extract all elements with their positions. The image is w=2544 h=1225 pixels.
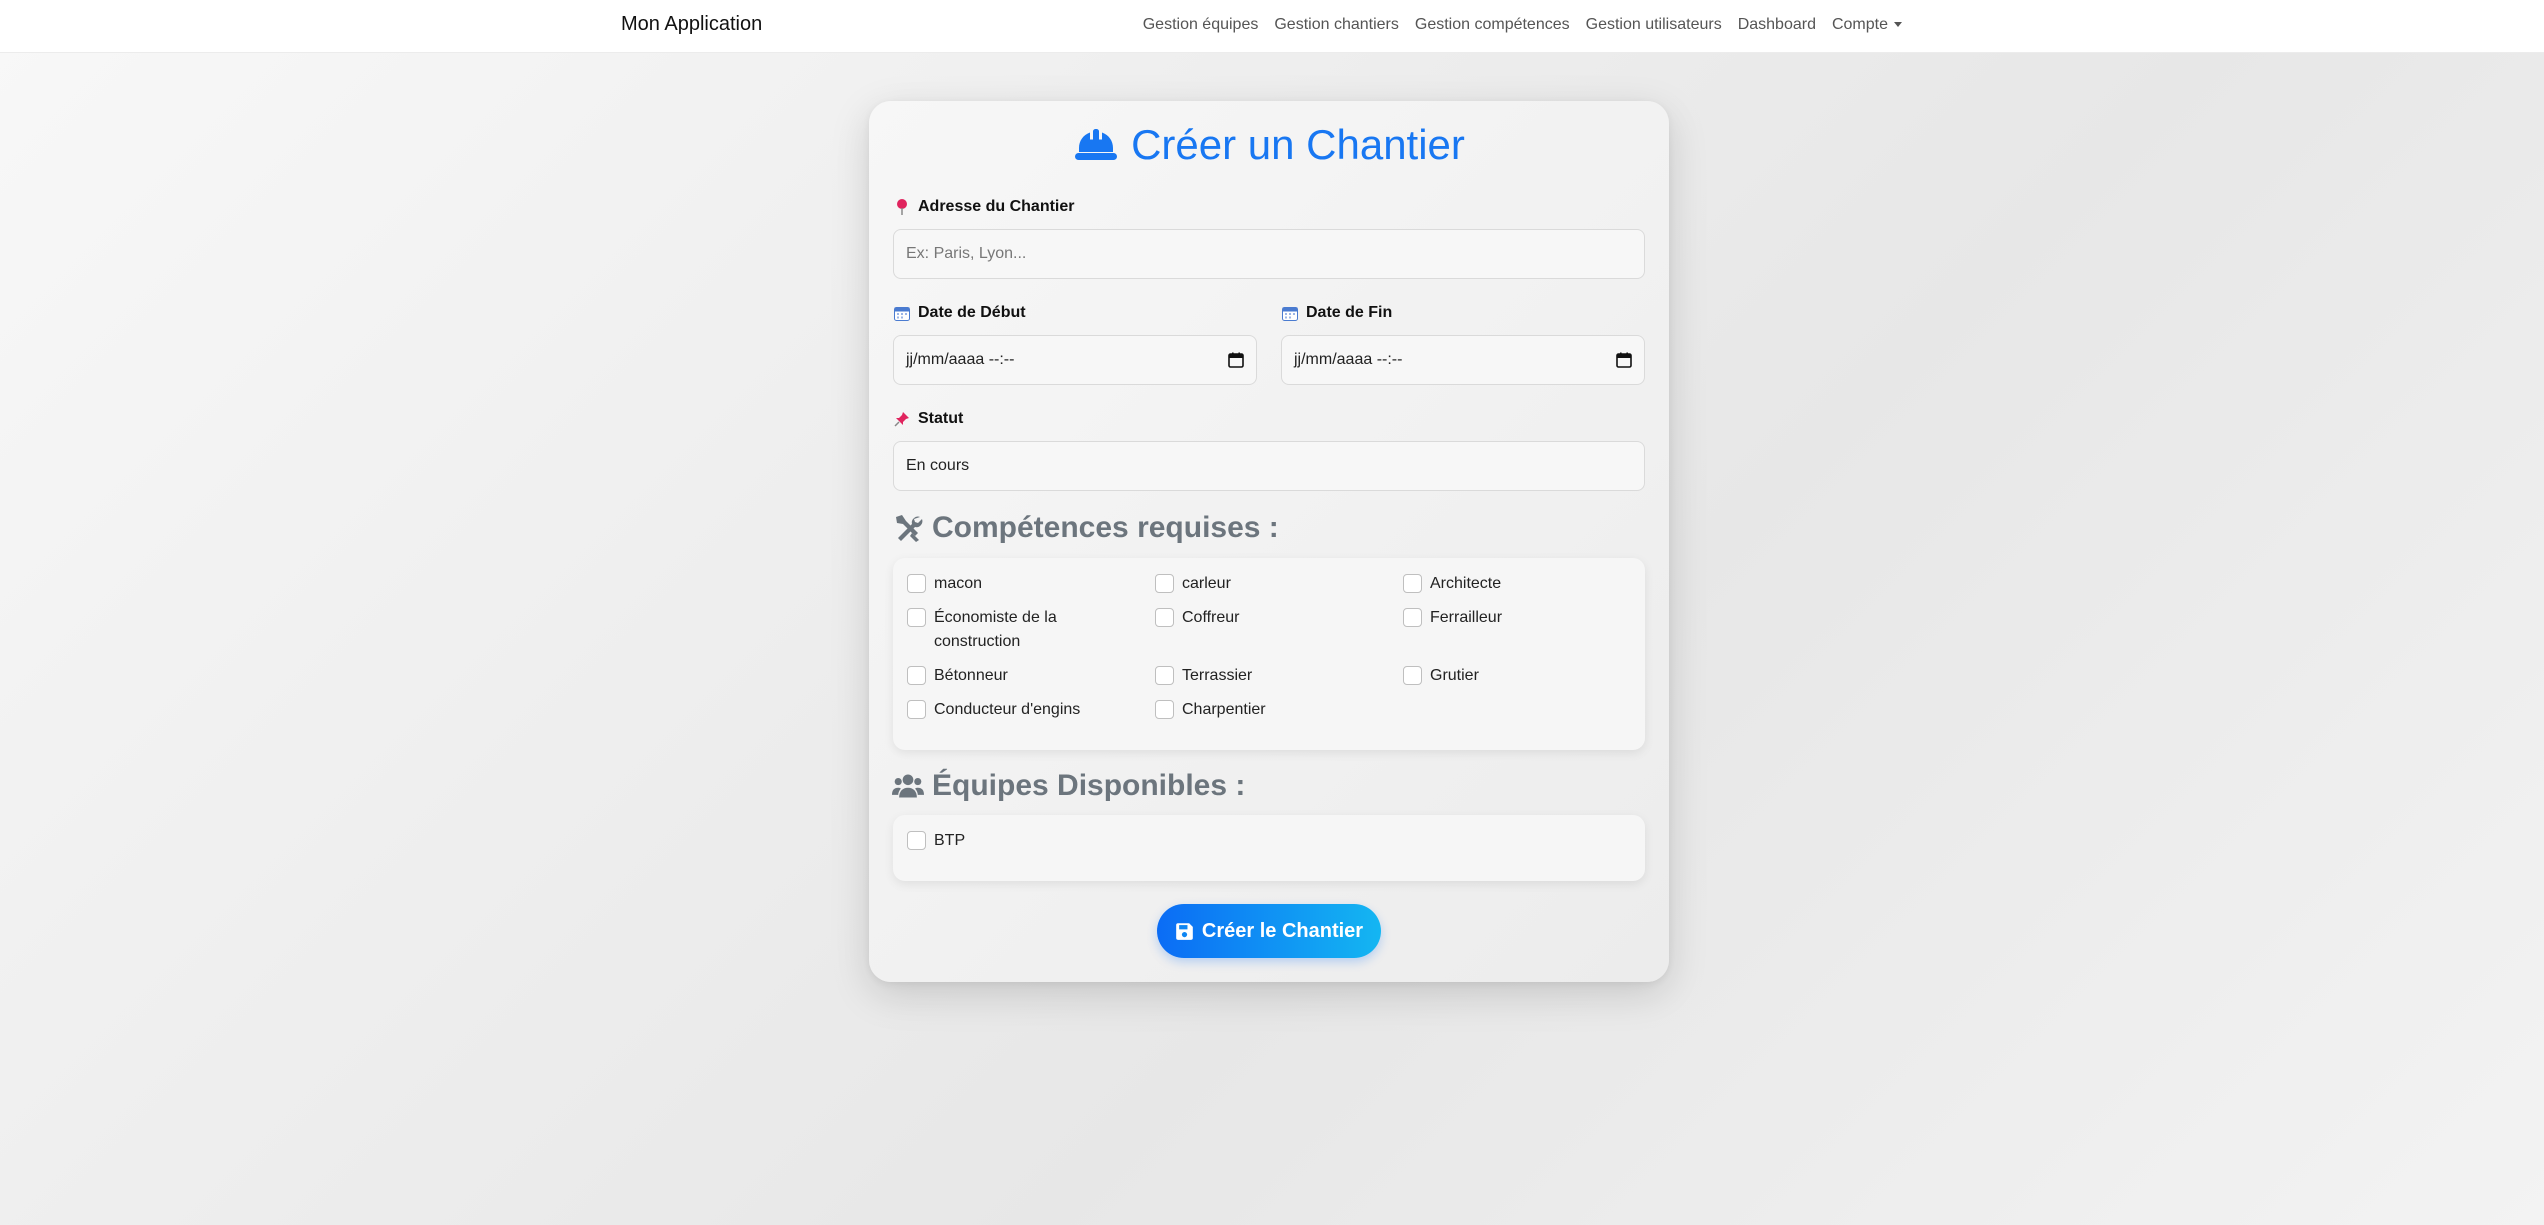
calendar-icon (1282, 306, 1298, 321)
calendar-picker-icon[interactable] (1228, 352, 1244, 368)
team-checkbox-btp[interactable]: BTP (907, 829, 1114, 853)
start-date-label: Date de Début (894, 304, 1026, 322)
status-label: Statut (894, 410, 963, 428)
checkbox[interactable] (1155, 700, 1174, 719)
skill-label: Architecte (1430, 575, 1502, 592)
checkbox[interactable] (1155, 608, 1174, 627)
skill-checkbox-economiste[interactable]: Économiste de la construction (907, 606, 1084, 654)
checkbox[interactable] (1155, 666, 1174, 685)
end-date-value: jj/mm/aaaa --:-- (1294, 351, 1403, 368)
teams-title-text: Équipes Disponibles : (932, 769, 1246, 802)
nav-gestion-equipes[interactable]: Gestion équipes (1135, 16, 1267, 34)
checkbox[interactable] (907, 831, 926, 850)
create-site-card: Créer un Chantier Adresse du Chantier Da… (869, 101, 1669, 982)
tools-icon (896, 515, 923, 542)
skill-label: Ferrailleur (1430, 609, 1503, 626)
checkbox[interactable] (1155, 574, 1174, 593)
end-date-label-text: Date de Fin (1306, 304, 1393, 321)
start-date-input[interactable]: jj/mm/aaaa --:-- (893, 335, 1257, 385)
checkbox[interactable] (1403, 574, 1422, 593)
pushpin-icon (894, 411, 910, 427)
skill-checkbox-charpentier[interactable]: Charpentier (1155, 698, 1362, 722)
start-date-value: jj/mm/aaaa --:-- (906, 351, 1015, 368)
skill-checkbox-grutier[interactable]: Grutier (1403, 664, 1610, 688)
skill-label: Économiste de la construction (934, 609, 1057, 650)
skill-checkbox-ferrailleur[interactable]: Ferrailleur (1403, 606, 1610, 630)
brand-link[interactable]: Mon Application (621, 13, 762, 36)
address-input[interactable] (893, 229, 1645, 279)
address-label-text: Adresse du Chantier (918, 198, 1075, 215)
calendar-picker-icon[interactable] (1616, 352, 1632, 368)
checkbox[interactable] (907, 666, 926, 685)
status-label-text: Statut (918, 410, 964, 427)
account-label: Compte (1831, 16, 1888, 33)
users-icon (892, 774, 924, 798)
end-date-label: Date de Fin (1282, 304, 1392, 322)
skill-label: Grutier (1430, 667, 1479, 684)
skill-label: Bétonneur (934, 667, 1008, 684)
hard-hat-icon (1075, 129, 1118, 160)
page-title-text: Créer un Chantier (1131, 121, 1465, 168)
pin-icon (894, 199, 910, 215)
save-icon (1176, 922, 1193, 940)
address-label: Adresse du Chantier (894, 198, 1074, 216)
nav-gestion-competences[interactable]: Gestion compétences (1407, 16, 1578, 34)
caret-down-icon (1894, 22, 1902, 28)
teams-panel: BTP (893, 815, 1645, 881)
nav-account-dropdown[interactable]: Compte (1824, 16, 1910, 34)
checkbox[interactable] (1403, 666, 1422, 685)
checkbox[interactable] (907, 700, 926, 719)
skills-title: Compétences requises : (892, 511, 1279, 545)
status-select[interactable]: En cours (893, 441, 1645, 491)
skill-label: Coffreur (1182, 609, 1240, 626)
nav-links: Gestion équipes Gestion chantiers Gestio… (1135, 0, 1910, 50)
skill-label: carleur (1182, 575, 1231, 592)
navbar: Mon Application Gestion équipes Gestion … (0, 0, 2544, 53)
skill-checkbox-coffreur[interactable]: Coffreur (1155, 606, 1362, 630)
create-site-button[interactable]: Créer le Chantier (1157, 904, 1381, 958)
skill-checkbox-terrassier[interactable]: Terrassier (1155, 664, 1362, 688)
start-date-label-text: Date de Début (918, 304, 1026, 321)
skill-label: macon (934, 575, 983, 592)
skill-checkbox-macon[interactable]: macon (907, 572, 1114, 596)
skill-label: Charpentier (1182, 701, 1266, 718)
skill-checkbox-architecte[interactable]: Architecte (1403, 572, 1610, 596)
skill-checkbox-carleur[interactable]: carleur (1155, 572, 1362, 596)
end-date-input[interactable]: jj/mm/aaaa --:-- (1281, 335, 1645, 385)
nav-gestion-utilisateurs[interactable]: Gestion utilisateurs (1578, 16, 1730, 34)
skill-label: Conducteur d'engins (934, 701, 1081, 718)
calendar-icon (894, 306, 910, 321)
checkbox[interactable] (907, 608, 926, 627)
create-site-button-label: Créer le Chantier (1201, 919, 1364, 942)
team-label: BTP (934, 832, 966, 849)
checkbox[interactable] (907, 574, 926, 593)
status-value: En cours (906, 457, 970, 474)
page-title: Créer un Chantier (869, 121, 1669, 169)
skills-panel: macon carleur Architecte Économiste de l… (893, 558, 1645, 750)
checkbox[interactable] (1403, 608, 1422, 627)
skill-checkbox-conducteur-engins[interactable]: Conducteur d'engins (907, 698, 1114, 722)
skills-title-text: Compétences requises : (932, 511, 1279, 544)
nav-gestion-chantiers[interactable]: Gestion chantiers (1266, 16, 1407, 34)
skill-checkbox-betonneur[interactable]: Bétonneur (907, 664, 1114, 688)
teams-title: Équipes Disponibles : (892, 769, 1245, 803)
nav-dashboard[interactable]: Dashboard (1730, 16, 1824, 34)
skill-label: Terrassier (1182, 667, 1253, 684)
